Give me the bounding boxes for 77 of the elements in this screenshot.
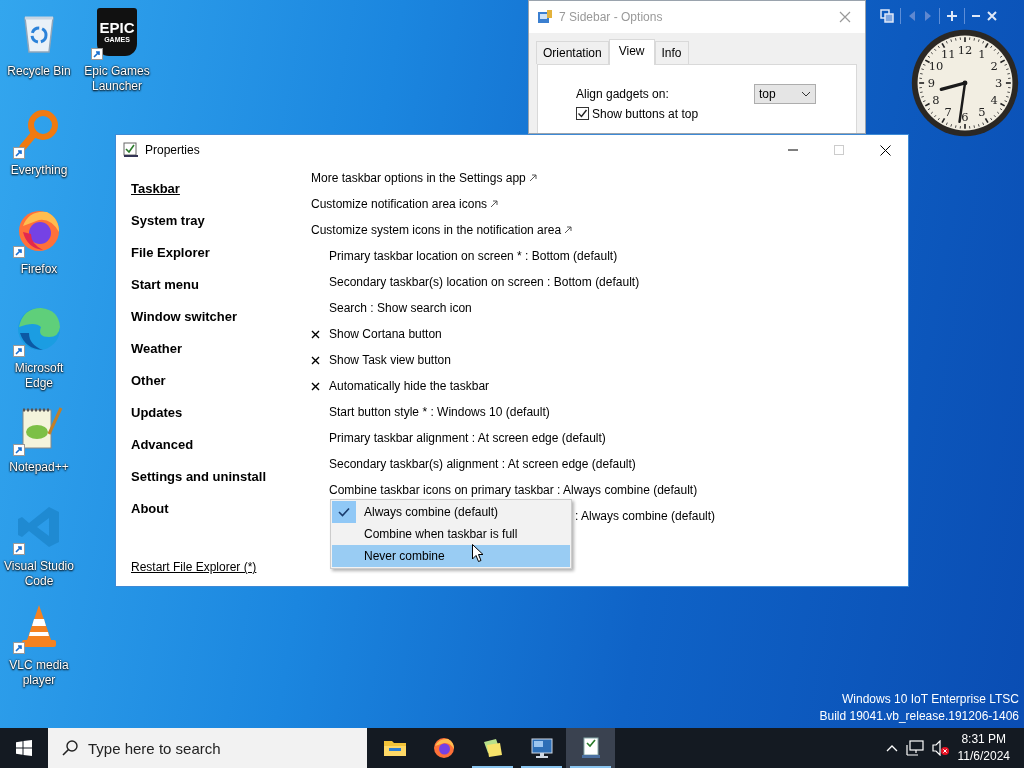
nav-item[interactable]: Weather [131,339,183,359]
clock-numeral: 4 [990,92,998,107]
clock-numeral: 12 [957,42,973,57]
clock-numeral: 8 [932,92,940,107]
clock-numeral: 7 [944,105,952,120]
menu-item[interactable]: Combine when taskbar is full [332,523,570,545]
clock-numeral: 10 [928,59,944,74]
nav-item[interactable]: Advanced [131,435,194,455]
clock-numeral: 5 [978,105,986,120]
menu-item[interactable]: Always combine (default) [332,501,570,523]
caret-icon [801,91,811,97]
clock-numeral: 1 [978,47,986,62]
checkbox[interactable] [576,107,589,120]
windows-logo-icon [16,740,32,756]
taskbar-app-button[interactable] [566,728,615,768]
window-title: Properties [145,142,200,159]
clock-numeral: 6 [961,109,969,124]
settings-link[interactable]: Customize notification area icons [311,195,488,213]
setting-option[interactable]: : Always combine (default) [575,507,716,525]
date-text: 11/6/2024 [957,748,1010,765]
checkbox-label: Show buttons at top [592,105,699,123]
system-info-text: Windows 10 IoT Enterprise LTSC [841,691,1019,708]
tab[interactable]: Orientation [536,41,609,64]
clock-numeral: 11 [940,47,956,62]
setting-option[interactable]: Show Cortana button [329,325,442,343]
system-info-text: Build 19041.vb_release.191206-1406 [819,708,1019,725]
close-icon[interactable] [839,11,851,23]
setting-option[interactable]: Show Task view button [329,351,451,369]
nav-item[interactable]: Other [131,371,166,391]
setting-option[interactable]: Primary taskbar alignment : At screen edge (default) [329,429,606,447]
setting-option[interactable]: Automatically hide the taskbar [329,377,490,395]
properties-app-icon [123,142,139,158]
clock-numeral: 9 [927,76,936,91]
field-label: Align gadgets on: [576,86,669,103]
cursor-icon [472,544,484,563]
tab[interactable]: Info [654,41,689,64]
setting-option[interactable]: Start button style * : Windows 10 (default) [329,403,550,421]
windows-icon[interactable] [880,9,894,23]
speaker-muted-icon[interactable] [931,740,950,756]
setting-option[interactable]: Combine taskbar icons on primary taskbar : Always combine (default) [329,481,698,499]
close-icon [879,144,891,156]
dropdown[interactable]: top [754,84,816,104]
clock-numeral: 3 [994,76,1003,91]
settings-link[interactable]: More taskbar options in the Settings app [311,169,526,187]
setting-option[interactable]: Secondary taskbar(s) location on screen : Bottom (default) [329,273,640,291]
chevron-up-icon[interactable] [885,744,898,752]
nav-item[interactable]: Settings and uninstall [131,467,267,487]
external-link-icon [528,174,537,182]
network-icon[interactable] [905,740,924,756]
fox-globe-icon [431,736,456,760]
wave-globe-icon[interactable] [15,305,63,353]
window-title: 7 Sidebar - Options [559,9,663,26]
menu-item[interactable]: Never combine [332,545,570,567]
nav-item[interactable]: About [131,499,169,519]
nav-item[interactable]: File Explorer [131,243,210,263]
window-app-icon [537,9,553,25]
nav-item[interactable]: Taskbar [131,179,180,199]
nav-item[interactable]: System tray [131,211,205,231]
setting-option[interactable]: Secondary taskbar(s) alignment : At screen edge (default) [329,455,636,473]
nav-item[interactable]: Updates [131,403,183,423]
clock-button[interactable]: 8:31 PM 11/6/2024 [957,731,1010,765]
tab[interactable]: View [608,39,655,65]
plus-icon[interactable] [946,10,958,22]
settings-link[interactable]: Customize system icons in the notification area [311,221,562,239]
monitor-icon [529,736,554,760]
nav-item[interactable]: Window switcher [131,307,238,327]
setting-option[interactable]: Primary taskbar location on screen * : Bottom (default) [329,247,618,265]
nav-item[interactable]: Start menu [131,275,199,295]
clock-numeral: 2 [990,59,998,74]
restart-link[interactable]: Restart File Explorer (*) [131,558,257,576]
external-link-icon [490,200,499,208]
external-link-icon [564,226,573,234]
logo-text: EPIC [99,20,135,35]
time-text: 8:31 PM [960,731,1008,748]
search-field[interactable]: Type here to search [48,728,367,768]
maximize-icon [834,145,844,155]
setting-option[interactable]: Search : Show search icon [329,299,472,317]
